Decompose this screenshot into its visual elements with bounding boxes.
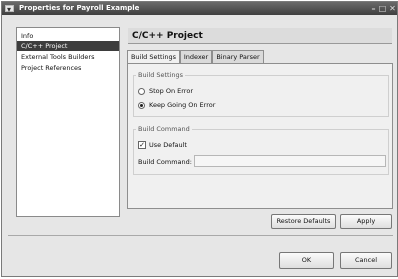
window-menu-button[interactable]: ▾: [5, 5, 14, 14]
tab-binary-parser[interactable]: Binary Parser: [212, 50, 264, 63]
build-command-label: Build Command:: [138, 158, 192, 166]
stop-on-error-label: Stop On Error: [149, 87, 193, 95]
build-command-input[interactable]: [194, 155, 386, 167]
nav-item-cpp-project[interactable]: C/C++ Project: [17, 41, 119, 51]
tab-indexer[interactable]: Indexer: [180, 50, 212, 63]
stop-on-error-radio[interactable]: [138, 88, 145, 95]
ok-button[interactable]: OK: [279, 252, 334, 269]
divider: [8, 235, 393, 236]
use-default-label: Use Default: [149, 141, 187, 149]
property-page-list: Info C/C++ Project External Tools Builde…: [16, 27, 120, 217]
keep-going-on-error-radio[interactable]: [138, 102, 145, 109]
checkmark-icon: ✓: [139, 141, 145, 149]
restore-defaults-button[interactable]: Restore Defaults: [271, 214, 336, 229]
build-command-group: [133, 129, 389, 175]
chevron-down-icon: ▾: [7, 5, 12, 14]
build-settings-group-title: Build Settings: [136, 71, 186, 79]
properties-dialog: ▾ Properties for Payroll Example – □ ✕ I…: [1, 1, 398, 277]
build-command-group-title: Build Command: [136, 125, 192, 133]
window-title: Properties for Payroll Example: [19, 4, 140, 12]
cancel-button[interactable]: Cancel: [340, 252, 392, 269]
title-bar: ▾ Properties for Payroll Example – □ ✕: [2, 2, 397, 15]
minimize-icon[interactable]: –: [369, 4, 378, 13]
nav-item-project-references[interactable]: Project References: [17, 63, 119, 73]
close-icon[interactable]: ✕: [388, 4, 397, 13]
build-settings-group: [133, 75, 389, 117]
maximize-icon[interactable]: □: [378, 4, 387, 13]
page-title: C/C++ Project: [128, 28, 392, 44]
nav-item-external-tools-builders[interactable]: External Tools Builders: [17, 52, 119, 62]
build-settings-panel: Build Settings Stop On Error Keep Going …: [127, 63, 393, 209]
tab-build-settings[interactable]: Build Settings: [127, 50, 180, 64]
use-default-checkbox[interactable]: ✓: [138, 141, 146, 149]
nav-item-info[interactable]: Info: [17, 31, 119, 41]
apply-button[interactable]: Apply: [340, 214, 392, 229]
keep-going-on-error-label: Keep Going On Error: [149, 101, 216, 109]
